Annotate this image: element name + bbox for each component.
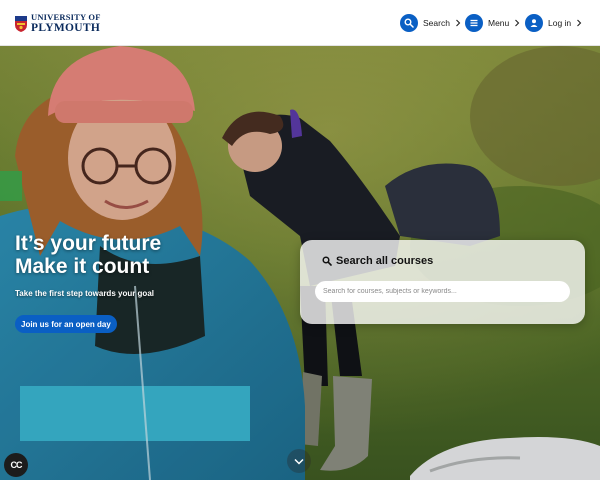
search-icon (322, 256, 332, 266)
chevron-right-icon (515, 19, 520, 27)
nav-login-button[interactable]: Log in (525, 13, 582, 33)
open-day-button[interactable]: Join us for an open day (15, 315, 117, 333)
nav-search-label: Search (423, 18, 450, 28)
chevron-right-icon (456, 19, 461, 27)
logo-line-1: UNIVERSITY OF (31, 12, 101, 22)
course-search-input[interactable] (315, 281, 570, 302)
logo-line-2: PLYMOUTH (31, 21, 101, 34)
chevron-down-icon (294, 458, 304, 465)
crest-icon (15, 15, 27, 32)
scroll-down-button[interactable] (287, 449, 311, 473)
nav-search-button[interactable]: Search (400, 13, 461, 33)
hero-headline-line-2: Make it count (15, 255, 150, 278)
site-header: UNIVERSITY OF PLYMOUTH Search Menu Log i… (0, 0, 600, 46)
course-search-heading: Search all courses (322, 255, 433, 267)
hero-subheading: Take the first step towards your goal (15, 289, 154, 298)
nav-login-label: Log in (548, 18, 572, 28)
nav-menu-button[interactable]: Menu (465, 13, 520, 33)
captions-icon: CC (10, 460, 23, 470)
university-logo[interactable]: UNIVERSITY OF PLYMOUTH (15, 13, 101, 34)
course-search-panel: Search all courses (300, 240, 585, 324)
search-icon (400, 14, 418, 32)
course-search-title: Search all courses (336, 255, 434, 267)
menu-icon (465, 14, 483, 32)
nav-menu-label: Menu (488, 18, 510, 28)
hero-headline-line-1: It’s your future (15, 232, 162, 255)
captions-toggle-button[interactable]: CC (4, 453, 28, 477)
user-icon (525, 14, 543, 32)
chevron-right-icon (577, 19, 582, 27)
